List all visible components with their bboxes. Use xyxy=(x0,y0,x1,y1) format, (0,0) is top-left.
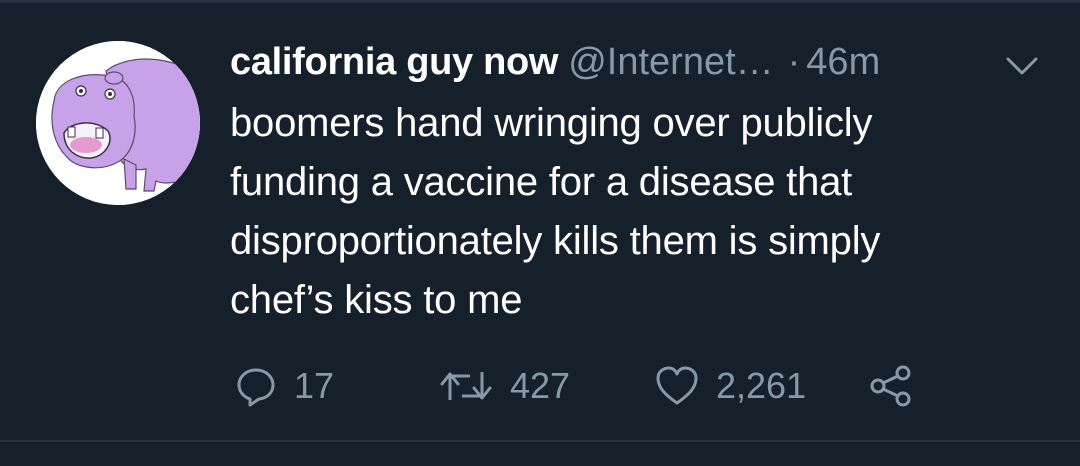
retweet-icon xyxy=(440,372,492,400)
tweet-text-line: disproportionately kills them is simply xyxy=(230,219,881,263)
heart-icon xyxy=(656,366,698,405)
timestamp[interactable]: 46m xyxy=(806,41,880,83)
chevron-down-icon[interactable] xyxy=(1002,51,1042,81)
display-name[interactable]: california guy now xyxy=(230,41,559,83)
tweet-text: boomers hand wringing over publicly fund… xyxy=(230,94,1030,330)
tweet-text-line: funding a vaccine for a disease that xyxy=(230,160,853,204)
tweet-header: california guy now @Internet… · 46m xyxy=(230,41,1050,91)
share-button[interactable] xyxy=(868,361,914,411)
reply-icon xyxy=(237,368,275,407)
tweet[interactable]: california guy now @Internet… · 46m boomers… xyxy=(0,3,1080,440)
retweet-button[interactable]: 427 xyxy=(438,361,570,411)
separator-dot: · xyxy=(787,41,801,83)
user-handle[interactable]: @Internet… xyxy=(568,41,773,83)
retweet-count: 427 xyxy=(510,365,571,406)
bottom-divider xyxy=(0,440,1080,442)
avatar[interactable] xyxy=(36,41,200,205)
like-count: 2,261 xyxy=(716,365,807,406)
reply-button[interactable]: 17 xyxy=(234,361,334,411)
tweet-text-line: boomers hand wringing over publicly xyxy=(230,101,873,145)
like-button[interactable]: 2,261 xyxy=(654,361,806,411)
tweet-text-line: chef’s kiss to me xyxy=(230,278,523,322)
purple-hippo-avatar-icon xyxy=(36,41,200,205)
reply-count: 17 xyxy=(294,365,335,406)
share-icon xyxy=(870,365,911,407)
tweet-actions: 17 427 2,261 xyxy=(230,361,1030,411)
